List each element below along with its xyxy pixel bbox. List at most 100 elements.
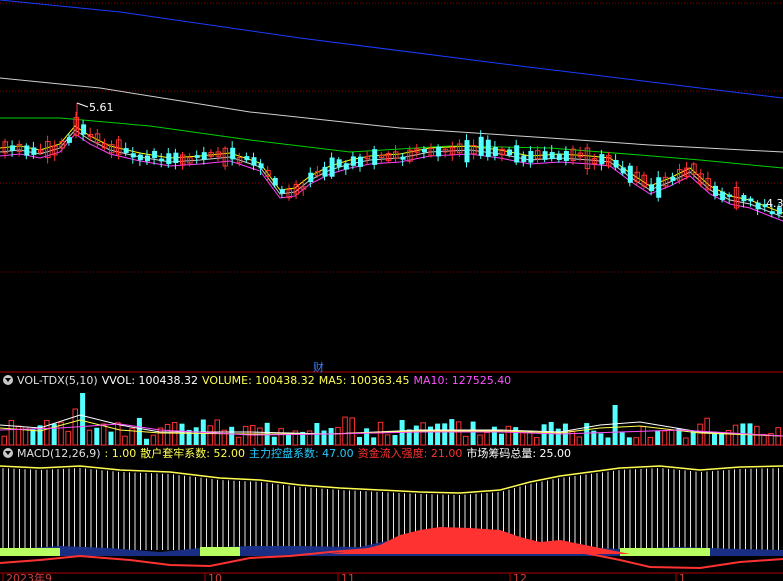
volume-bar-down (470, 421, 476, 445)
volume-bar-up (697, 423, 703, 446)
volume-bar-up (668, 429, 675, 446)
volume-bar-down (435, 423, 441, 445)
volume-bar-up (242, 425, 249, 446)
dropdown-icon[interactable] (3, 448, 13, 458)
candle-down (336, 159, 342, 167)
ma-line-yellow (0, 125, 783, 214)
volume-bar-down (193, 427, 199, 445)
candle-down (713, 185, 718, 197)
volume-bar-down (555, 428, 561, 445)
volume-bar-up (335, 426, 341, 446)
volume-bar-down (690, 430, 696, 445)
band-green (200, 547, 240, 556)
volume-bar-down (584, 423, 590, 445)
volume-bar-up (1, 435, 7, 446)
volume-bar-down (442, 423, 448, 445)
volume-bar-down (179, 423, 185, 445)
volume-bar-up (115, 422, 121, 446)
candle-down (514, 145, 520, 163)
x-label-sep: 2023年9 (6, 571, 52, 581)
volume-bar-down (229, 426, 235, 445)
sanhu-line (0, 465, 783, 494)
candle-down (81, 124, 87, 135)
volume-bar-down (598, 433, 604, 445)
volume-value: VOLUME: 100438.32 (202, 374, 315, 387)
volume-bar-down (328, 428, 334, 445)
candle-down (507, 149, 513, 156)
candle-down (194, 155, 200, 158)
candle-down (613, 159, 619, 168)
candle-down (563, 151, 569, 161)
volume-bar-up (257, 427, 263, 446)
volume-bar-down (626, 437, 632, 445)
candle-down (542, 151, 548, 160)
candle-down (549, 152, 555, 160)
candle-down (166, 153, 172, 165)
ma10-value: MA10: 127525.40 (413, 374, 512, 387)
volume-bar-down (499, 433, 504, 445)
stock-chart[interactable]: 5.61 4.3 2023年9 10 11 12 1 财 VOL-TDX(5,10) VVOL… (0, 0, 783, 581)
candle-down (10, 145, 16, 151)
volume-bar-up (8, 419, 15, 446)
volume-bar-down (605, 437, 611, 445)
volume-bar-down (413, 425, 419, 445)
volume-bar-up (164, 423, 171, 446)
candle-down (521, 155, 527, 162)
volume-bar-up (65, 430, 71, 446)
candle-down (308, 172, 314, 183)
candle-down (755, 202, 761, 210)
volume-bar-up (171, 422, 178, 446)
volume-bar-up (342, 416, 348, 446)
candle-down (244, 156, 250, 161)
candle-down (322, 166, 328, 177)
candle-down (272, 177, 278, 186)
candle-down (173, 152, 179, 164)
volume-bar-up (44, 420, 50, 446)
candle-down (769, 211, 775, 215)
volume-bar-up (235, 436, 242, 446)
volume-bar-down (286, 434, 291, 445)
volume-bar-up (207, 425, 213, 446)
macd-indicator-name[interactable]: MACD(12,26,9) (17, 447, 101, 460)
volume-bar-up (754, 425, 760, 446)
candle-down (492, 147, 498, 157)
candle-down (478, 136, 484, 156)
volume-bar-up (633, 437, 639, 446)
volume-bar-down (357, 436, 362, 445)
candle-down (152, 151, 158, 159)
macd-v1: : 1.00 (104, 447, 137, 460)
vol-indicator-name[interactable]: VOL-TDX(5,10) (17, 374, 98, 387)
shichang-value: 市场筹码总量: 25.00 (466, 447, 572, 460)
ma5-value: MA5: 100363.45 (318, 374, 410, 387)
candle-down (556, 153, 562, 161)
vvol-value: VVOL: 100438.32 (101, 374, 199, 387)
candle-down (528, 150, 534, 163)
volume-bar-down (30, 429, 36, 445)
candle-down (137, 154, 143, 161)
macd-panel-header: MACD(12,26,9): 1.00 散户套牢系数: 52.00 主力控盘系数: … (0, 446, 575, 462)
candle-down (350, 156, 356, 166)
candle-down (485, 139, 491, 157)
candle-down (421, 148, 427, 153)
candle-down (279, 189, 285, 194)
candle-down (599, 154, 605, 165)
volume-bar-up (349, 417, 355, 446)
volume-bar-down (541, 424, 547, 445)
volume-bar-up (661, 430, 668, 446)
candle-down (720, 191, 726, 200)
volume-bar-up (463, 435, 469, 446)
candle-down (627, 165, 633, 183)
vol-panel-header: VOL-TDX(5,10) VVOL: 100438.32 VOLUME: 1004… (0, 373, 515, 389)
zijin-area (330, 527, 630, 554)
x-label-nov: 11 (341, 572, 355, 581)
dropdown-icon[interactable] (3, 375, 13, 385)
volume-bar-up (576, 436, 583, 446)
volume-bar-up (100, 423, 107, 446)
chart-canvas[interactable]: 5.61 4.3 2023年9 10 11 12 1 (0, 0, 783, 581)
candle-down (66, 137, 72, 143)
volume-bar-down (392, 435, 398, 445)
x-label-jan: 1 (679, 572, 686, 581)
candle-down (372, 149, 378, 165)
volume-bar-up (377, 421, 384, 446)
ma-line-white (0, 77, 783, 153)
